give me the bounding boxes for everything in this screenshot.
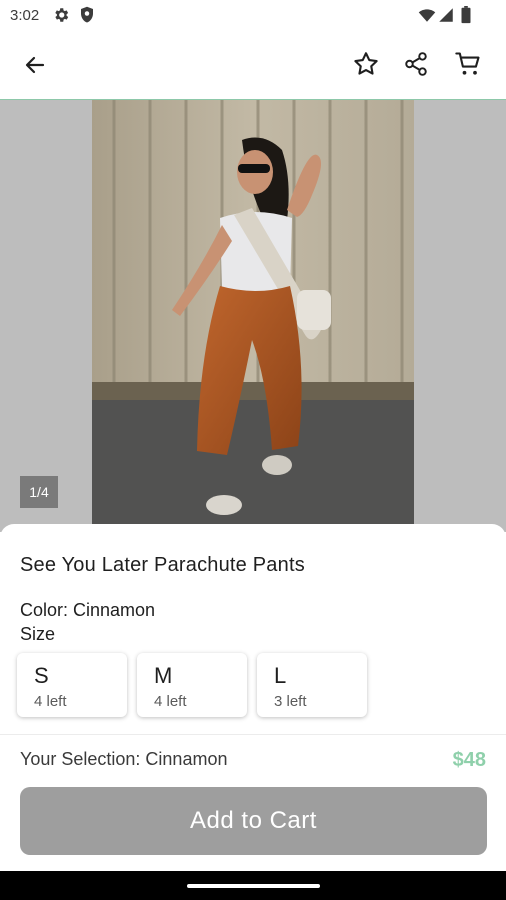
size-stock: 4 left bbox=[34, 693, 67, 710]
price: $48 bbox=[452, 749, 486, 771]
status-bar: 3:02 bbox=[0, 0, 506, 32]
product-title: See You Later Parachute Pants bbox=[20, 554, 305, 576]
selection-summary: Your Selection: Cinnamon bbox=[20, 749, 228, 769]
battery-icon bbox=[460, 6, 472, 29]
gear-icon bbox=[52, 6, 70, 29]
size-option-l[interactable]: L 3 left bbox=[257, 653, 367, 717]
star-icon[interactable] bbox=[346, 44, 386, 84]
image-counter: 1/4 bbox=[20, 476, 58, 508]
cart-icon[interactable] bbox=[448, 44, 488, 84]
divider bbox=[0, 734, 506, 735]
add-to-cart-button[interactable]: Add to Cart bbox=[20, 787, 487, 855]
size-letter: S bbox=[34, 663, 49, 688]
size-label: Size bbox=[20, 624, 56, 644]
product-details-sheet: See You Later Parachute Pants Color: Cin… bbox=[0, 524, 506, 871]
app-bar bbox=[0, 32, 506, 100]
shield-icon bbox=[79, 6, 95, 29]
size-stock: 4 left bbox=[154, 693, 187, 710]
home-gesture-handle[interactable] bbox=[187, 884, 320, 888]
color-label: Color: Cinnamon bbox=[20, 600, 156, 620]
size-option-s[interactable]: S 4 left bbox=[17, 653, 127, 717]
back-arrow-icon[interactable] bbox=[15, 45, 55, 85]
size-option-m[interactable]: M 4 left bbox=[137, 653, 247, 717]
size-letter: L bbox=[274, 663, 287, 688]
size-stock: 3 left bbox=[274, 693, 307, 710]
product-photo bbox=[92, 100, 414, 532]
status-time: 3:02 bbox=[10, 7, 40, 24]
wifi-icon bbox=[418, 6, 436, 29]
system-nav-bar bbox=[0, 871, 506, 900]
product-image-gallery[interactable]: 1/4 bbox=[0, 100, 506, 532]
share-icon[interactable] bbox=[396, 44, 436, 84]
signal-icon bbox=[438, 6, 454, 29]
size-letter: M bbox=[154, 663, 173, 688]
